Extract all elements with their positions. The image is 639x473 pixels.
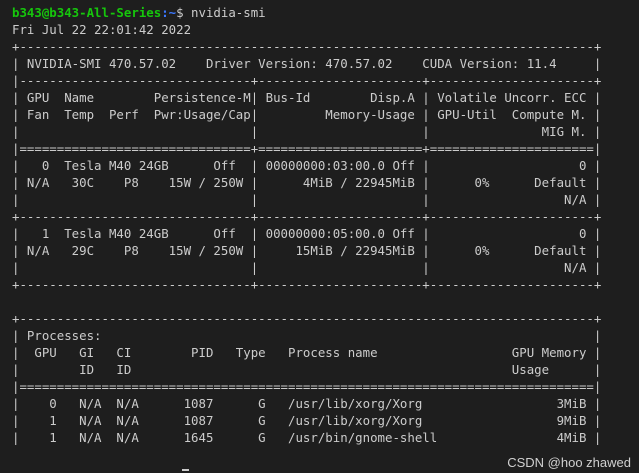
watermark: CSDN @hoo zhawed <box>507 455 631 470</box>
output-line: |-------------------------------+-------… <box>12 73 602 88</box>
output-line: | GPU Name Persistence-M| Bus-Id Disp.A … <box>12 90 602 105</box>
output-line: | | | N/A | <box>12 192 602 207</box>
prompt-command: nvidia-smi <box>191 5 266 20</box>
output-line: | | | MIG M. | <box>12 124 602 139</box>
output-line: | Processes: | <box>12 328 602 343</box>
text-cursor <box>182 469 189 471</box>
output-line: | N/A 29C P8 15W / 250W | 15MiB / 22945M… <box>12 243 602 258</box>
output-line: | | | N/A | <box>12 260 602 275</box>
output-line: |=======================================… <box>12 379 602 394</box>
terminal-window[interactable]: b343@b343-All-Series:~$ nvidia-smi Fri J… <box>0 0 639 473</box>
prompt-user-host: b343@b343-All-Series <box>12 5 162 20</box>
prompt-path: :~ <box>161 5 177 20</box>
output-line: +---------------------------------------… <box>12 39 602 54</box>
output-line: +---------------------------------------… <box>12 311 602 326</box>
command-output: Fri Jul 22 22:01:42 2022 +---------------… <box>12 21 639 446</box>
output-line: | 0 N/A N/A 1087 G /usr/lib/xorg/Xorg 3M… <box>12 396 602 411</box>
output-line: | GPU GI CI PID Type Process name GPU Me… <box>12 345 602 360</box>
output-line: | 1 N/A N/A 1645 G /usr/bin/gnome-shell … <box>12 430 602 445</box>
command-prompt-line: b343@b343-All-Series:~$ nvidia-smi <box>12 4 639 21</box>
output-line: | Fan Temp Perf Pwr:Usage/Cap| Memory-Us… <box>12 107 602 122</box>
output-line: | N/A 30C P8 15W / 250W | 4MiB / 22945Mi… <box>12 175 602 190</box>
output-line: | 1 N/A N/A 1087 G /usr/lib/xorg/Xorg 9M… <box>12 413 602 428</box>
output-line: | 0 Tesla M40 24GB Off | 00000000:03:00.… <box>12 158 602 173</box>
output-line: +-------------------------------+-------… <box>12 277 602 292</box>
output-line: | ID ID Usage | <box>12 362 602 377</box>
output-line: +-------------------------------+-------… <box>12 209 602 224</box>
output-line: | 1 Tesla M40 24GB Off | 00000000:05:00.… <box>12 226 602 241</box>
output-line: Fri Jul 22 22:01:42 2022 <box>12 22 192 37</box>
output-line: |===============================+=======… <box>12 141 602 156</box>
output-line: | NVIDIA-SMI 470.57.02 Driver Version: 4… <box>12 56 602 71</box>
prompt-symbol: $ <box>176 5 192 20</box>
